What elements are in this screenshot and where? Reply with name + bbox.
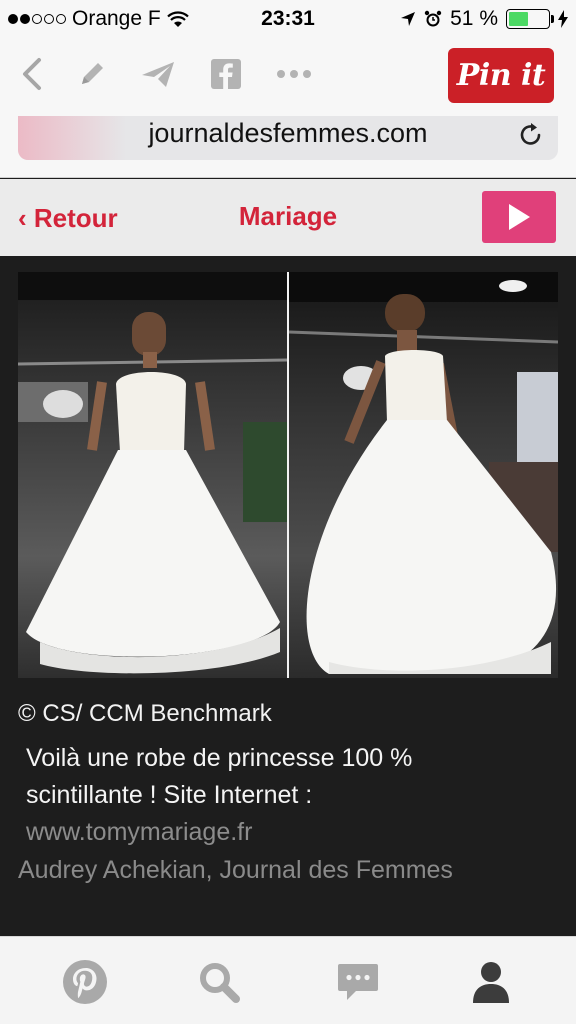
address-bar-area: journaldesfemmes.com [0,116,576,178]
tab-search[interactable] [194,957,244,1007]
browser-toolbar: Pin it [0,36,576,116]
status-right: 51 % [400,7,568,31]
location-icon [401,12,416,26]
pinterest-icon [63,960,107,1004]
url-text[interactable]: journaldesfemmes.com [18,118,558,149]
photo-credit: © CS/ CCM Benchmark [18,700,272,727]
reload-icon[interactable] [516,120,546,150]
pencil-icon[interactable] [72,54,112,94]
site-nav: ‹ Retour Mariage [0,179,576,256]
battery-icon [506,9,554,29]
battery-percent: 51 % [450,7,498,30]
search-icon [200,963,240,1003]
play-icon [509,204,530,230]
photo-back-view [289,272,558,678]
tab-home[interactable] [60,957,110,1007]
tab-profile[interactable] [466,957,516,1007]
photo-divider [287,272,289,678]
pin-it-button[interactable]: Pin it [448,48,554,103]
more-icon[interactable] [274,54,314,94]
send-icon[interactable] [138,54,178,94]
tab-messages[interactable] [333,957,383,1007]
address-bar[interactable]: journaldesfemmes.com [18,116,558,160]
author-line: Audrey Achekian, Journal des Femmes [18,856,453,884]
photo-caption: Voilà une robe de princesse 100 % scinti… [26,740,526,851]
wedding-dress-photo[interactable] [18,272,558,678]
photo-front-view [18,272,287,678]
chat-icon [338,964,378,1000]
slideshow-play-button[interactable] [482,191,556,243]
facebook-icon[interactable] [206,54,246,94]
status-bar: Orange F 23:31 51 % [0,0,576,36]
profile-icon [473,962,509,1003]
caption-text: Voilà une robe de princesse 100 % scinti… [26,744,413,809]
tab-bar [0,936,576,1024]
caption-link[interactable]: www.tomymariage.fr [26,814,526,851]
charging-icon [558,10,568,28]
alarm-icon [424,10,442,27]
back-icon[interactable] [12,54,52,94]
article-content: © CS/ CCM Benchmark Voilà une robe de pr… [0,256,576,936]
